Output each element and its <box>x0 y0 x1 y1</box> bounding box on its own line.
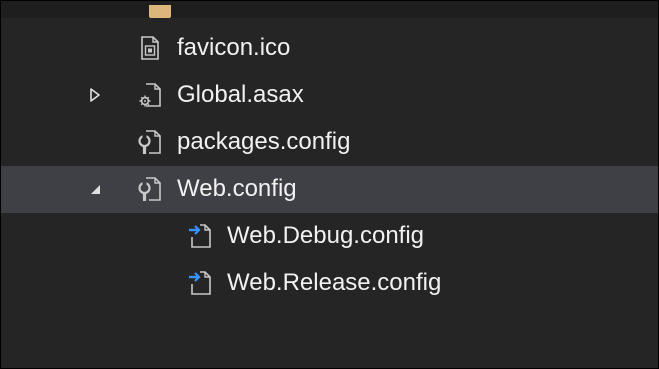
asax-file-icon <box>137 82 163 108</box>
config-file-icon <box>137 176 163 202</box>
transform-config-icon <box>187 223 213 249</box>
ico-file-icon <box>137 35 163 61</box>
clipped-row <box>1 1 658 18</box>
tree-item-favicon[interactable]: favicon.ico <box>1 25 658 72</box>
collapse-arrow-icon[interactable] <box>84 177 106 201</box>
tree-item-label: favicon.ico <box>177 34 291 61</box>
transform-config-icon <box>187 270 213 296</box>
tree-item-packages-config[interactable]: packages.config <box>1 119 658 166</box>
tree-item-label: Web.Release.config <box>227 269 442 296</box>
folder-icon <box>149 5 171 18</box>
expand-arrow-icon[interactable] <box>84 83 106 107</box>
tree-item-web-config[interactable]: Web.config <box>1 166 658 213</box>
tree-item-label: Global.asax <box>177 81 304 108</box>
tree-item-global-asax[interactable]: Global.asax <box>1 72 658 119</box>
tree-item-web-release-config[interactable]: Web.Release.config <box>1 260 658 307</box>
tree-item-label: Web.config <box>177 175 297 202</box>
config-file-icon <box>137 129 163 155</box>
tree-item-web-debug-config[interactable]: Web.Debug.config <box>1 213 658 260</box>
tree-item-label: Web.Debug.config <box>227 222 425 249</box>
tree-item-label: packages.config <box>177 128 351 155</box>
file-tree: favicon.ico Global.asax packages.config … <box>1 25 658 307</box>
solution-explorer-panel: favicon.ico Global.asax packages.config … <box>0 0 659 369</box>
